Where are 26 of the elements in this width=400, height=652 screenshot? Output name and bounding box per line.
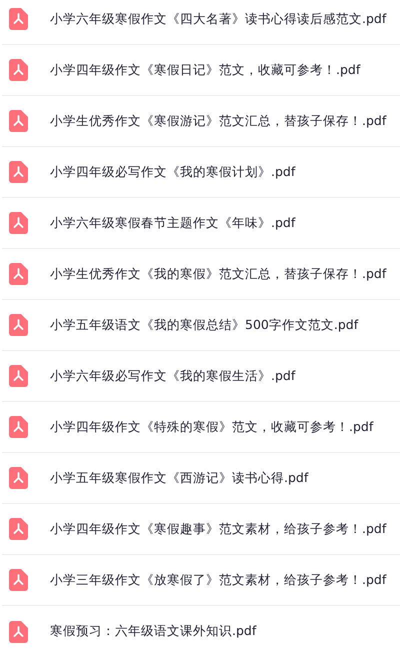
- file-name[interactable]: 小学生优秀作文《寒假游记》范文汇总，替孩子保存！.pdf: [50, 112, 386, 130]
- pdf-file-icon: [9, 212, 28, 234]
- file-name[interactable]: 小学六年级寒假作文《四大名著》读书心得读后感范文.pdf: [50, 10, 386, 28]
- file-name[interactable]: 小学三年级作文《放寒假了》范文素材，给孩子参考！.pdf: [50, 570, 386, 590]
- file-name[interactable]: 小学五年级语文《我的寒假总结》500字作文范文.pdf: [50, 316, 358, 334]
- pdf-file-icon: [9, 518, 28, 540]
- file-name[interactable]: 寒假预习：六年级语文课外知识.pdf: [50, 622, 256, 641]
- pdf-file-icon: [9, 467, 28, 489]
- file-name[interactable]: 小学四年级必写作文《我的寒假计划》.pdf: [50, 162, 296, 182]
- file-name[interactable]: 小学四年级作文《特殊的寒假》范文，收藏可参考！.pdf: [50, 418, 374, 436]
- pdf-file-icon: [9, 59, 28, 81]
- pdf-file-icon: [9, 314, 28, 336]
- pdf-file-icon: [9, 365, 28, 387]
- pdf-file-icon: [9, 161, 28, 183]
- pdf-file-icon: [9, 110, 28, 132]
- pdf-file-icon: [9, 620, 28, 642]
- file-name[interactable]: 小学五年级寒假作文《西游记》读书心得.pdf: [50, 468, 308, 488]
- pdf-file-icon: [9, 569, 28, 591]
- file-name[interactable]: 小学四年级作文《寒假趣事》范文素材，给孩子参考！.pdf: [50, 520, 386, 538]
- file-name[interactable]: 小学生优秀作文《我的寒假》范文汇总，替孩子保存！.pdf: [50, 264, 386, 284]
- file-name[interactable]: 小学四年级作文《寒假日记》范文，收藏可参考！.pdf: [50, 60, 360, 80]
- file-name[interactable]: 小学六年级寒假春节主题作文《年味》.pdf: [50, 214, 296, 232]
- pdf-file-icon: [9, 416, 28, 438]
- pdf-file-icon: [9, 263, 28, 285]
- file-name[interactable]: 小学六年级必写作文《我的寒假生活》.pdf: [50, 366, 296, 386]
- pdf-file-icon: [9, 8, 28, 30]
